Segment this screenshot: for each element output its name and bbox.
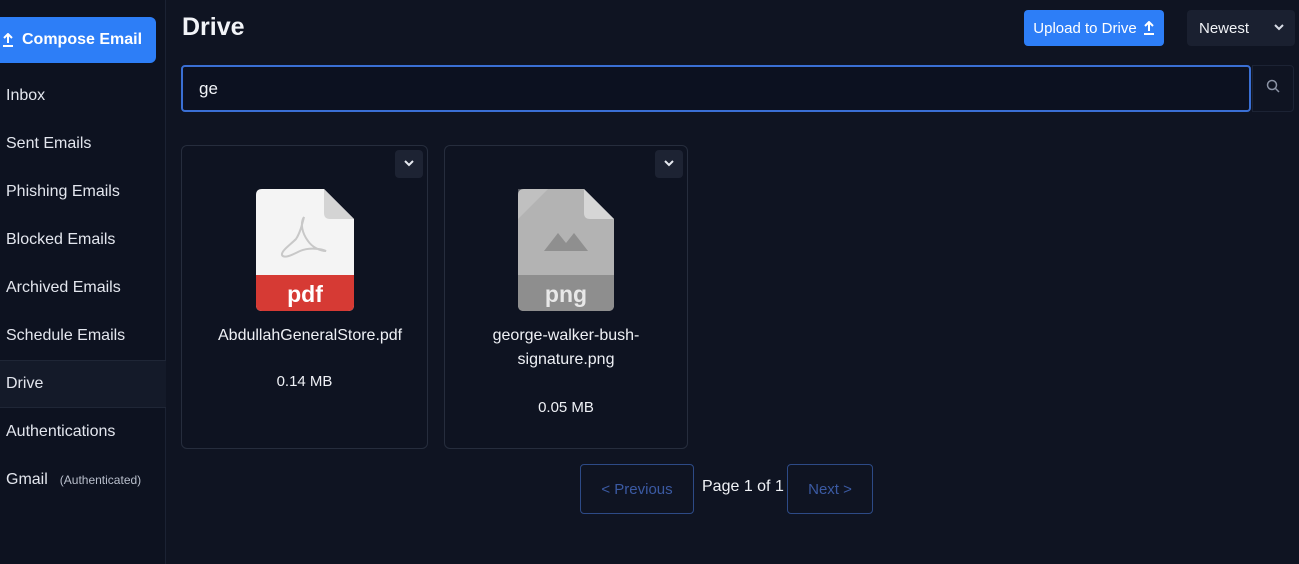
sidebar-nav: Inbox Sent Emails Phishing Emails Blocke… bbox=[0, 72, 166, 504]
upload-to-drive-button[interactable]: Upload to Drive bbox=[1024, 10, 1164, 46]
page-indicator: Page 1 of 1 bbox=[702, 478, 784, 495]
compose-email-button[interactable]: Compose Email bbox=[0, 17, 156, 63]
sidebar-item-label: Gmail bbox=[6, 471, 48, 488]
svg-text:pdf: pdf bbox=[287, 281, 323, 307]
sidebar-item-label: Inbox bbox=[6, 87, 46, 104]
search-button[interactable] bbox=[1252, 65, 1294, 112]
chevron-down-icon bbox=[663, 155, 675, 173]
sidebar-item-phishing-emails[interactable]: Phishing Emails bbox=[0, 168, 166, 216]
file-menu-button[interactable] bbox=[395, 150, 423, 178]
upload-arrow-icon bbox=[2, 33, 14, 47]
svg-text:png: png bbox=[545, 281, 587, 307]
file-name: AbdullahGeneralStore.pdf bbox=[218, 327, 403, 344]
sort-value: Newest bbox=[1199, 19, 1250, 37]
compose-email-label: Compose Email bbox=[22, 31, 143, 48]
search-icon bbox=[1266, 79, 1280, 98]
chevron-down-icon bbox=[1273, 22, 1285, 32]
sidebar-item-label: Blocked Emails bbox=[6, 231, 116, 248]
image-file-icon: png bbox=[518, 189, 614, 316]
sidebar-item-drive[interactable]: Drive bbox=[0, 360, 166, 408]
sidebar-item-label: Drive bbox=[6, 375, 44, 392]
sidebar-item-authentications[interactable]: Authentications bbox=[0, 408, 166, 456]
sidebar-item-gmail[interactable]: Gmail (Authenticated) bbox=[0, 456, 166, 504]
sidebar-item-schedule-emails[interactable]: Schedule Emails bbox=[0, 312, 166, 360]
file-size: 0.05 MB bbox=[538, 399, 594, 416]
file-menu-button[interactable] bbox=[655, 150, 683, 178]
upload-to-drive-label: Upload to Drive bbox=[1033, 19, 1137, 37]
search-input[interactable] bbox=[181, 65, 1251, 112]
sidebar-item-label: Sent Emails bbox=[6, 135, 92, 152]
authenticated-badge: (Authenticated) bbox=[59, 473, 142, 487]
file-size: 0.14 MB bbox=[276, 373, 333, 390]
page-title: Drive bbox=[182, 13, 245, 41]
next-page-button[interactable]: Next > bbox=[787, 464, 873, 514]
sidebar-item-inbox[interactable]: Inbox bbox=[0, 72, 166, 120]
sidebar-item-label: Schedule Emails bbox=[6, 327, 126, 344]
sort-select[interactable]: Newest bbox=[1187, 10, 1295, 46]
sidebar: Compose Email Inbox Sent Emails Phishing… bbox=[0, 0, 166, 564]
chevron-down-icon bbox=[403, 155, 415, 173]
sidebar-item-label: Archived Emails bbox=[6, 279, 121, 296]
file-name: george-walker-bush-signature.png bbox=[492, 327, 640, 368]
pdf-file-icon: pdf bbox=[255, 189, 354, 316]
file-card[interactable]: png george-walker-bush-signature.png 0.0… bbox=[444, 145, 688, 449]
sidebar-item-label: Phishing Emails bbox=[6, 183, 120, 200]
upload-icon bbox=[1143, 21, 1155, 35]
sidebar-item-label: Authentications bbox=[6, 423, 116, 440]
sidebar-item-sent-emails[interactable]: Sent Emails bbox=[0, 120, 166, 168]
file-card[interactable]: pdf AbdullahGeneralStore.pdf 0.14 MB bbox=[181, 145, 428, 449]
sidebar-item-blocked-emails[interactable]: Blocked Emails bbox=[0, 216, 166, 264]
previous-page-button[interactable]: < Previous bbox=[580, 464, 694, 514]
sidebar-item-archived-emails[interactable]: Archived Emails bbox=[0, 264, 166, 312]
